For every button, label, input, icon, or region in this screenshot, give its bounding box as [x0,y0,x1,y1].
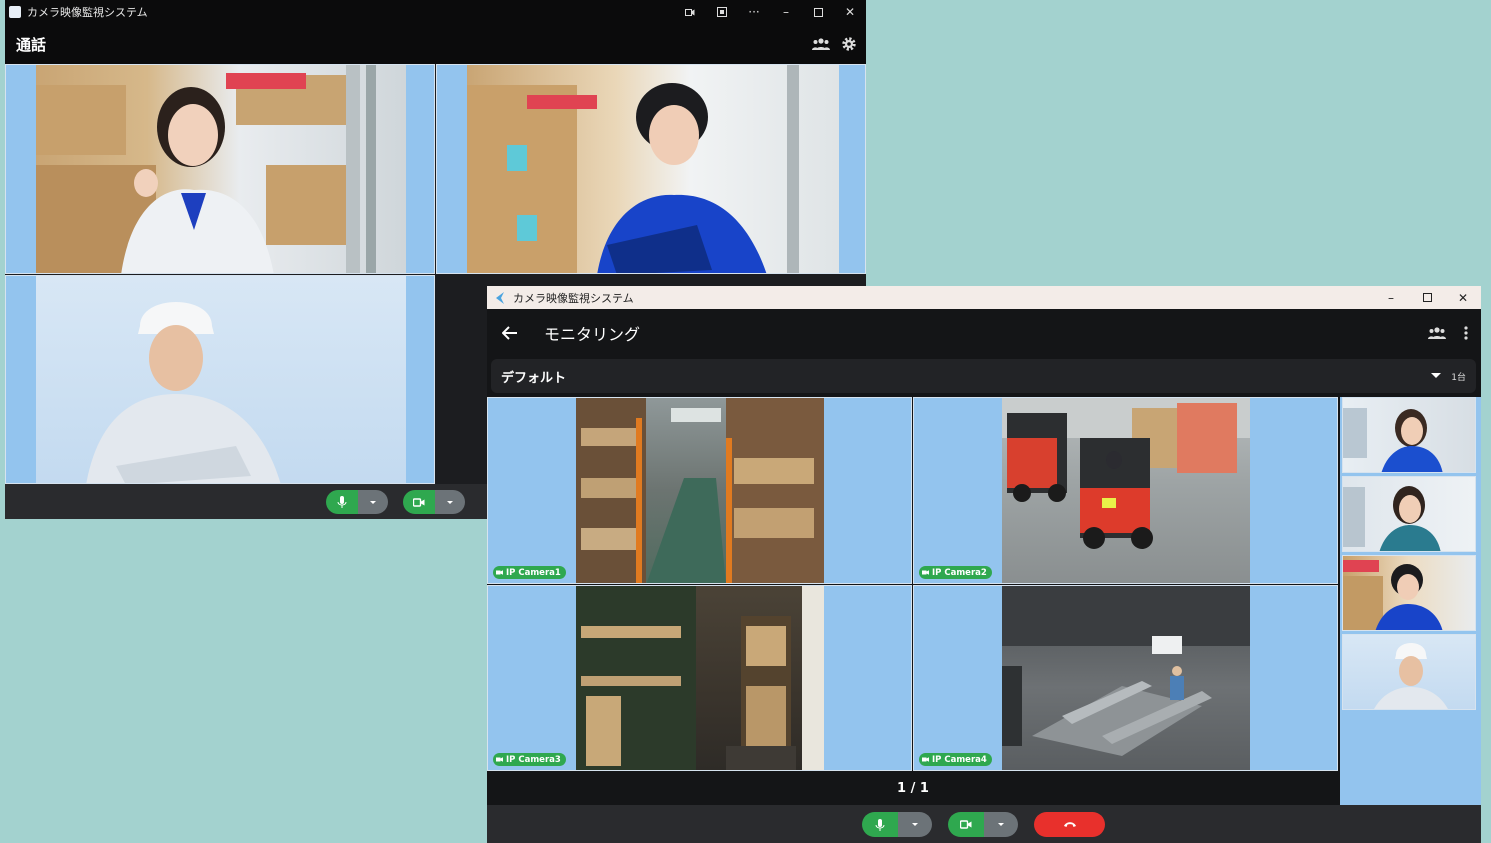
camera-grid: IP Camera1 IP Camera2 IP Camera3 IP Came… [487,397,1339,771]
mic-control-group [862,812,932,837]
mic-options-dropdown[interactable] [898,812,932,837]
monitor-header: モニタリング [487,309,1481,357]
camera-tile-1[interactable]: IP Camera1 [487,397,912,584]
camera-button[interactable] [403,490,435,514]
participant-thumbnail-1[interactable] [1342,397,1476,473]
mic-options-dropdown[interactable] [358,490,388,514]
participant-3-video [36,276,406,483]
monitor-window-title: カメラ映像監視システム [513,291,634,305]
video-tile-participant-2[interactable] [436,64,866,274]
participant-1-video [36,65,406,273]
video-tile-participant-3[interactable] [5,275,435,484]
monitor-controls-bar [487,805,1481,843]
camera-control-group [403,490,465,514]
participant-thumbnail-2[interactable] [1342,476,1476,552]
record-icon[interactable] [674,0,706,24]
back-arrow-icon[interactable] [490,326,530,340]
camera-icon [922,570,929,575]
close-icon[interactable]: ✕ [834,0,866,24]
end-call-button[interactable] [1034,812,1105,837]
camera-tile-4[interactable]: IP Camera4 [913,585,1338,771]
call-window-title: カメラ映像監視システム [27,6,148,19]
participant-thumbnail-strip [1340,397,1481,805]
maximize-icon[interactable] [1409,286,1445,309]
close-icon[interactable]: ✕ [1445,286,1481,309]
gear-icon[interactable] [835,30,863,58]
maximize-icon[interactable] [802,0,834,24]
camera-label-1: IP Camera1 [493,566,566,579]
page-title: 通話 [16,35,47,54]
camera-options-dropdown[interactable] [435,490,465,514]
monitor-window: カメラ映像監視システム – ✕ モニタリング デフォルト 1台 IP Camer… [487,286,1481,843]
app-logo-icon [9,6,21,18]
call-header: 通話 [5,24,866,64]
camera-tile-2[interactable]: IP Camera2 [913,397,1338,584]
camera-icon [496,570,503,575]
camera-3-video [576,586,824,770]
layout-select[interactable]: デフォルト 1台 [491,359,1476,393]
camera-2-video [1002,398,1250,583]
minimize-icon[interactable]: – [770,0,802,24]
participant-thumbnail-3[interactable] [1342,555,1476,631]
mic-control-group [326,490,388,514]
more-vertical-icon[interactable] [1451,326,1481,340]
monitor-window-titlebar: カメラ映像監視システム – ✕ [487,286,1481,309]
window-icon[interactable] [706,0,738,24]
hang-up-icon [1063,822,1076,827]
video-tile-participant-1[interactable] [5,64,435,274]
device-count: 1台 [1451,372,1466,383]
layout-select-value: デフォルト [501,370,567,386]
camera-control-group [948,812,1018,837]
participant-2-video [467,65,839,273]
page-indicator: 1 / 1 [487,771,1339,805]
app-logo-icon [494,291,505,304]
camera-icon [922,757,929,762]
minimize-icon[interactable]: – [1373,286,1409,309]
mic-button[interactable] [326,490,358,514]
participants-icon[interactable] [1423,327,1451,339]
camera-4-video [1002,586,1250,770]
camera-label-2: IP Camera2 [919,566,992,579]
camera-label-4: IP Camera4 [919,753,992,766]
more-icon[interactable]: ··· [738,0,770,24]
mic-button[interactable] [862,812,898,837]
camera-1-video [576,398,824,583]
camera-options-dropdown[interactable] [984,812,1018,837]
chevron-down-icon [1431,373,1442,379]
call-window-titlebar: カメラ映像監視システム ··· – ✕ [5,0,866,24]
participant-thumbnail-4[interactable] [1342,634,1476,710]
camera-label-3: IP Camera3 [493,753,566,766]
participants-icon[interactable] [807,30,835,58]
camera-button[interactable] [948,812,984,837]
page-title: モニタリング [544,325,641,344]
camera-icon [496,757,503,762]
camera-tile-3[interactable]: IP Camera3 [487,585,912,771]
